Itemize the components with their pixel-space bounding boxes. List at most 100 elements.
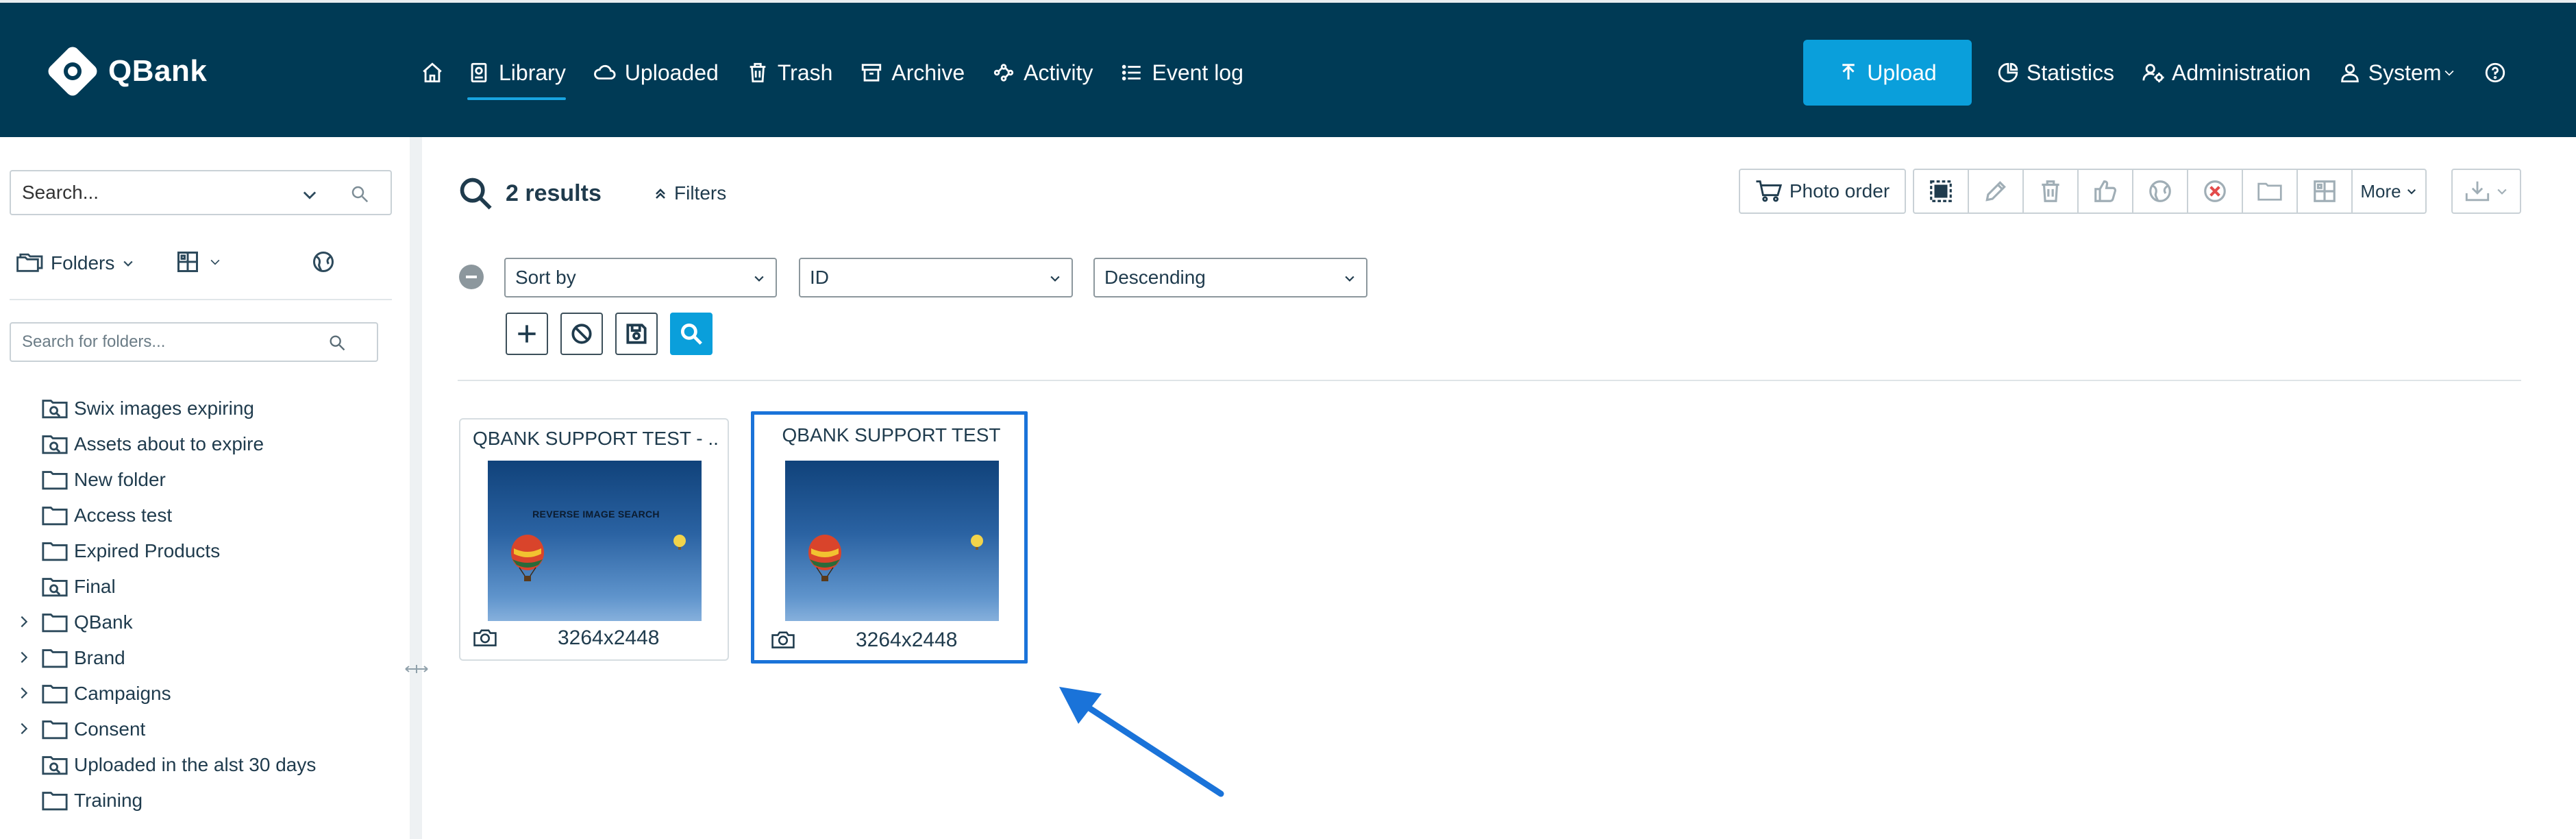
folder-item[interactable]: Consent (0, 712, 410, 747)
nav-activity[interactable]: Activity (992, 53, 1093, 92)
resize-handle-icon[interactable] (403, 662, 430, 676)
thumbnail-overlay-text: REVERSE IMAGE SEARCH (532, 509, 660, 520)
filters-label: Filters (674, 182, 727, 204)
asset-thumbnail[interactable]: REVERSE IMAGE SEARCH (488, 461, 702, 621)
sidebar-splitter[interactable] (410, 137, 422, 839)
chevron-right-icon[interactable] (16, 721, 32, 736)
clear-sort-button[interactable] (560, 313, 603, 355)
thumbs-up-icon (2094, 180, 2117, 202)
asset-card-selected[interactable]: QBANK SUPPORT TEST 3264x2448 (751, 411, 1028, 664)
chevron-down-icon (1050, 276, 1060, 282)
folder-item[interactable]: Expired Products (0, 533, 410, 569)
nav-library[interactable]: Library (467, 53, 566, 100)
more-label: More (2360, 180, 2401, 202)
nav-statistics[interactable]: Statistics (1996, 60, 2114, 86)
run-search-button[interactable] (670, 313, 713, 355)
nav-event-log[interactable]: Event log (1120, 53, 1243, 92)
nav-library-label: Library (499, 60, 566, 85)
folder-item[interactable]: Training (0, 783, 410, 818)
search-icon[interactable] (349, 184, 370, 204)
qbank-logo[interactable]: QBank (44, 42, 207, 100)
nav-system-menu[interactable]: System (2338, 60, 2457, 86)
save-icon (626, 324, 647, 344)
results-summary: 2 results (458, 175, 602, 211)
download-icon (2465, 181, 2490, 202)
folder-icon (42, 649, 68, 668)
asset-dimensions: 3264x2448 (558, 627, 660, 649)
folder-item[interactable]: Campaigns (0, 676, 410, 712)
remove-sort-button[interactable] (459, 265, 484, 289)
nav-statistics-label: Statistics (2027, 60, 2115, 85)
globe-button[interactable] (311, 250, 336, 278)
folder-icon (42, 507, 68, 526)
asset-thumbnail[interactable] (785, 461, 999, 621)
archive-icon (862, 64, 882, 82)
nav-home[interactable] (421, 53, 444, 92)
folder-icon (42, 685, 68, 704)
cart-icon (1756, 180, 1782, 202)
results-count: 2 results (506, 180, 602, 206)
move-to-folder-button[interactable] (2243, 170, 2298, 212)
folder-search-input[interactable]: Search for folders... (10, 322, 378, 362)
sort-direction-select[interactable]: Descending (1093, 258, 1367, 297)
publish-button[interactable] (2133, 170, 2188, 212)
sort-field-select[interactable]: ID (799, 258, 1073, 297)
add-sort-button[interactable] (506, 313, 548, 355)
asset-title: QBANK SUPPORT TEST - ... (473, 428, 719, 449)
asset-card[interactable]: QBANK SUPPORT TEST - ... REVERSE IMAGE S… (459, 418, 729, 661)
folder-tree: Swix images expiring Assets about to exp… (0, 391, 410, 818)
folder-item[interactable]: Access test (0, 498, 410, 533)
download-dropdown[interactable] (2451, 169, 2521, 214)
chevron-right-icon[interactable] (16, 614, 32, 629)
folders-icon (16, 253, 43, 272)
folder-item[interactable]: New folder (0, 462, 410, 498)
activity-icon (993, 64, 1014, 82)
nav-archive[interactable]: Archive (860, 53, 965, 92)
nav-uploaded[interactable]: Uploaded (593, 53, 719, 92)
layout-dropdown[interactable] (175, 250, 222, 274)
annotation-arrow-icon (1059, 687, 1224, 797)
approve-button[interactable] (2079, 170, 2133, 212)
search-icon (330, 335, 345, 351)
chevron-right-icon[interactable] (16, 650, 32, 665)
nav-administration[interactable]: Administration (2142, 60, 2311, 86)
trash-icon (2042, 180, 2059, 202)
app-name: QBank (108, 54, 208, 88)
delete-button[interactable] (2024, 170, 2079, 212)
sort-by-select[interactable]: Sort by (504, 258, 777, 297)
trash-icon (750, 62, 766, 83)
folder-label: Brand (74, 647, 125, 668)
sidebar-divider (10, 299, 392, 300)
chevron-down-icon[interactable] (300, 185, 319, 204)
help-button[interactable] (2484, 61, 2507, 84)
moodboard-button[interactable] (2298, 170, 2353, 212)
folder-label: Final (74, 576, 116, 597)
layout-icon (2314, 180, 2336, 202)
edit-button[interactable] (1969, 170, 2024, 212)
folder-item[interactable]: Final (0, 569, 410, 605)
upload-button[interactable]: Upload (1803, 40, 1972, 106)
nav-event-log-label: Event log (1152, 60, 1243, 85)
filters-toggle[interactable]: Filters (652, 182, 726, 204)
folder-label: Uploaded in the alst 30 days (74, 754, 317, 775)
chevron-down-icon (123, 260, 133, 267)
folder-item[interactable]: Swix images expiring (0, 391, 410, 426)
save-search-button[interactable] (615, 313, 658, 355)
folder-item[interactable]: Brand (0, 640, 410, 676)
select-grid-icon (1930, 180, 1952, 202)
chevron-right-icon[interactable] (16, 685, 32, 701)
asset-search-input[interactable]: Search... (10, 170, 392, 215)
select-all-button[interactable] (1914, 170, 1969, 212)
folder-item[interactable]: Uploaded in the alst 30 days (0, 747, 410, 783)
pencil-icon (1985, 181, 2006, 202)
layout-icon (177, 252, 198, 272)
folder-item[interactable]: QBank (0, 605, 410, 640)
folder-item[interactable]: Assets about to expire (0, 426, 410, 462)
folders-dropdown[interactable]: Folders (16, 252, 135, 275)
user-gear-icon (2142, 64, 2164, 83)
nav-trash[interactable]: Trash (746, 53, 832, 92)
folder-label: Assets about to expire (74, 433, 264, 454)
more-dropdown[interactable]: More (2353, 170, 2425, 212)
photo-order-button[interactable]: Photo order (1739, 169, 1906, 214)
unpublish-button[interactable] (2188, 170, 2243, 212)
